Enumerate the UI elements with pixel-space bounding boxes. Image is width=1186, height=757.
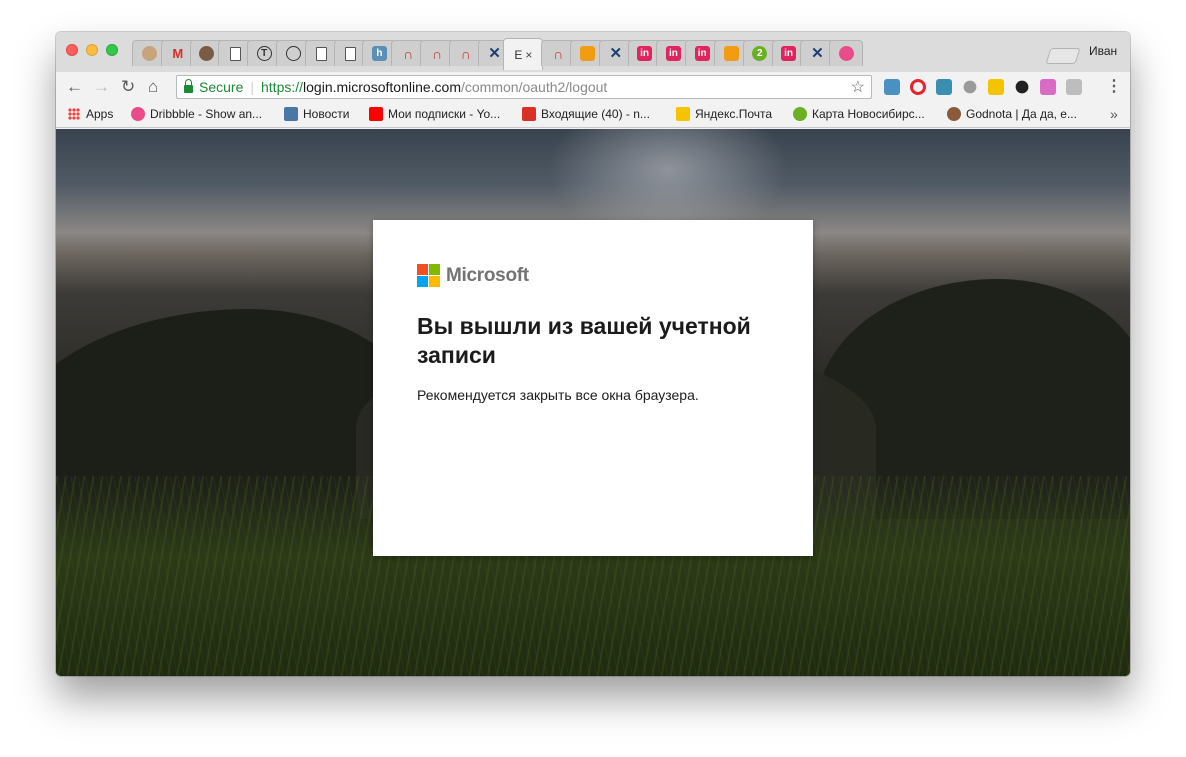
url-host: login.microsoftonline.com (303, 79, 461, 95)
url-path: /common/oauth2/logout (461, 79, 608, 95)
document-icon (229, 46, 241, 61)
address-bar[interactable]: Secure | https://login.microsoftonline.c… (176, 75, 872, 99)
note-extension-icon[interactable] (884, 79, 900, 95)
x-tools-icon: ✕ (488, 45, 501, 62)
dribbble-icon (838, 46, 854, 61)
gmail-icon (522, 107, 536, 121)
bookmark-item[interactable]: Новости (284, 107, 349, 121)
bookmark-item[interactable]: Godnota | Да да, е... (947, 107, 1077, 121)
bookmark-item[interactable]: Мои подписки - Yo... (369, 107, 500, 121)
logo-square-red (417, 264, 428, 275)
vk-icon (284, 107, 298, 121)
url-scheme: https:// (261, 79, 304, 95)
bookmarks-overflow-button[interactable]: » (1110, 106, 1118, 122)
profile-name[interactable]: Иван (1089, 44, 1117, 58)
new-tab-button[interactable] (1045, 48, 1081, 64)
window-maximize-button[interactable] (106, 44, 118, 56)
x-tools-icon: ✕ (609, 45, 623, 62)
bookmark-item[interactable]: Apps (68, 107, 113, 121)
invision-icon: in (694, 46, 710, 61)
bulb-extension-icon[interactable] (988, 79, 1004, 95)
bookmark-label: Apps (86, 107, 114, 121)
dribbble-icon (131, 107, 145, 121)
bookmark-label: Яндекс.Почта (695, 107, 773, 121)
window-close-button[interactable] (66, 44, 78, 56)
bookmark-item[interactable]: Яндекс.Почта (676, 107, 772, 121)
bookmark-item[interactable]: Входящие (40) - n... (522, 107, 650, 121)
invision-icon: in (781, 46, 797, 61)
triangle-extension-icon[interactable] (936, 79, 952, 95)
x-tools-icon: ✕ (811, 45, 824, 62)
logo-square-yellow (429, 276, 440, 287)
home-button[interactable]: ⌂ (148, 76, 158, 98)
window-minimize-button[interactable] (86, 44, 98, 56)
arch-icon: ∩ (431, 45, 443, 62)
lock-icon (184, 79, 193, 93)
yandex-mail-icon (676, 107, 690, 121)
youtube-icon (369, 107, 383, 121)
h-icon: h (371, 46, 387, 61)
microsoft-wordmark: Microsoft (446, 264, 529, 286)
signout-card: Microsoft Вы вышли из вашей учетной запи… (373, 220, 813, 556)
bookmark-label: Новости (303, 107, 350, 121)
orange-grid-icon (723, 46, 739, 61)
forward-button[interactable]: → (93, 76, 110, 98)
arch-icon: ∩ (403, 45, 414, 62)
bookmark-label: Dribbble - Show an... (150, 107, 263, 121)
bookmark-label: Мои подписки - Yo... (388, 107, 501, 121)
page-viewport: Microsoft Вы вышли из вашей учетной запи… (56, 129, 1130, 676)
arch-icon: ∩ (553, 45, 564, 62)
bookmark-item[interactable]: Карта Новосибирс... (793, 107, 925, 121)
tab[interactable] (829, 40, 864, 66)
2gis-icon (793, 107, 807, 121)
tab-active-title: E (514, 47, 523, 62)
cat-avatar-icon (199, 46, 215, 61)
bookmark-label: Входящие (40) - n... (541, 107, 650, 121)
browser-window: M Th ∩ ∩ ∩ ✕ E × ∩ ✕ in in in 2 in ✕ Иван ← → ↻ ⌂ Secur… (56, 32, 1130, 676)
arch-icon: ∩ (460, 45, 471, 62)
logo-square-blue (417, 276, 428, 287)
logo-square-green (429, 264, 440, 275)
gradient-extension-icon[interactable] (1040, 79, 1056, 95)
apps-grid-icon (68, 108, 80, 120)
invision-icon: in (637, 46, 653, 61)
tab-close-icon[interactable]: × (525, 48, 532, 62)
2gis-icon: 2 (752, 46, 768, 61)
secure-label: Secure (199, 79, 244, 95)
back-button[interactable]: ← (66, 76, 83, 98)
t-circle-icon: T (256, 46, 272, 61)
gmail-icon: M (172, 46, 184, 61)
bookmarks-bar: Apps Dribbble - Show an... Новости Мои подп… (56, 102, 1130, 128)
opera-icon[interactable] (910, 79, 926, 95)
document-icon (345, 46, 357, 61)
browser-menu-button[interactable]: ⋮ (1106, 77, 1122, 97)
browser-toolbar: ← → ↻ ⌂ Secure | https://login.microsoft… (56, 72, 1130, 102)
invision-icon: in (665, 46, 681, 61)
microsoft-logo-icon (417, 264, 440, 287)
bookmark-label: Godnota | Да да, е... (966, 107, 1077, 121)
donut-icon (947, 107, 961, 121)
aperture-icon (285, 46, 301, 61)
fox-avatar-icon (141, 46, 157, 61)
paw-extension-icon[interactable] (963, 80, 977, 94)
document-icon (316, 46, 328, 61)
microsoft-logo: Microsoft (417, 264, 769, 287)
tab-active[interactable]: E × (503, 38, 544, 70)
bookmark-star-icon[interactable]: ☆ (851, 77, 865, 97)
signout-message: Рекомендуется закрыть все окна браузера. (417, 387, 699, 403)
signout-heading: Вы вышли из вашей учетной записи (417, 313, 751, 368)
reload-button[interactable]: ↻ (121, 76, 135, 98)
bird-extension-icon[interactable] (1015, 80, 1029, 94)
bookmark-item[interactable]: Dribbble - Show an... (131, 107, 262, 121)
bookmark-label: Карта Новосибирс... (812, 107, 925, 121)
orange-grid-icon (579, 46, 595, 61)
tab-strip: M Th ∩ ∩ ∩ ✕ E × ∩ ✕ in in in 2 in ✕ Иван (56, 32, 1130, 72)
chat-extension-icon[interactable] (1066, 79, 1082, 95)
address-separator: | (250, 79, 254, 95)
